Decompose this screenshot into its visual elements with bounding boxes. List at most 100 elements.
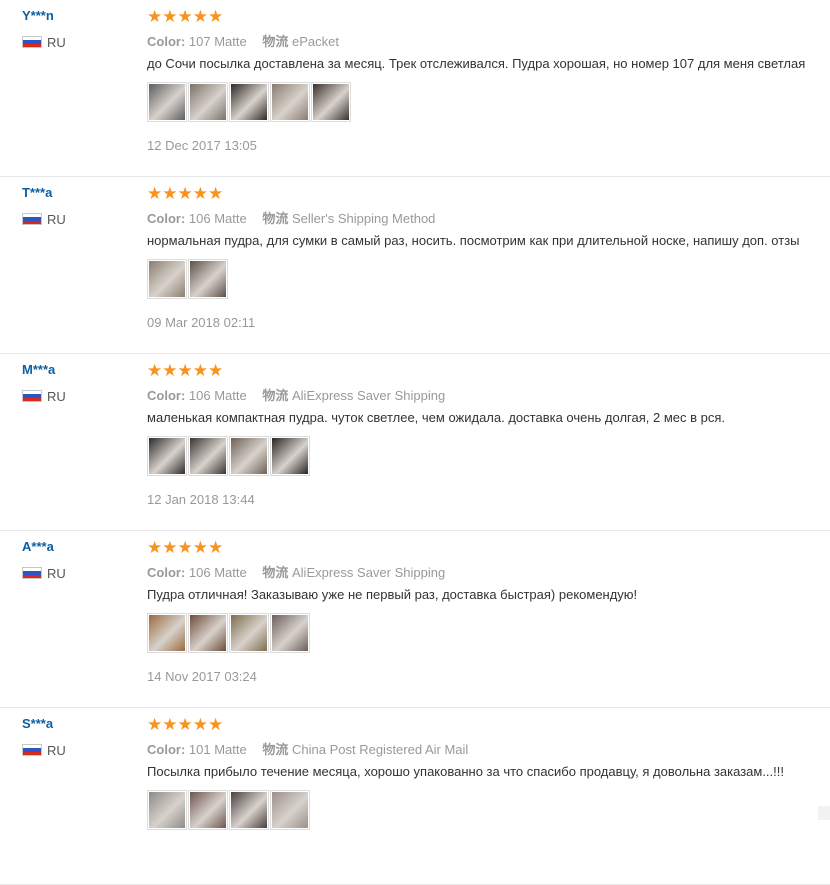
order-info: Color: 106 Matte 物流 AliExpress Saver Shi… — [147, 385, 445, 404]
russia-flag-icon — [22, 744, 42, 756]
review-text: до Сочи посылка доставлена за месяц. Тре… — [147, 56, 806, 71]
review-item: A***a RU ★★★★★ Color: 106 Matte 物流 AliEx… — [0, 531, 830, 708]
shipping-label: 物流 — [262, 34, 289, 49]
order-info: Color: 106 Matte 物流 AliExpress Saver Shi… — [147, 562, 445, 581]
star-rating: ★★★★★ — [147, 184, 224, 203]
review-item: M***a RU ★★★★★ Color: 106 Matte 物流 AliEx… — [0, 354, 830, 531]
shipping-value: China Post Registered Air Mail — [292, 742, 469, 757]
review-photo-thumbnail[interactable] — [270, 790, 310, 830]
photo-image — [149, 261, 185, 297]
reviewer-name[interactable]: A***a — [22, 539, 54, 554]
review-photo-thumbnail[interactable] — [229, 613, 269, 653]
review-text: маленькая компактная пудра. чуток светле… — [147, 410, 726, 425]
color-value: 101 Matte — [188, 742, 247, 757]
reviewer-country: RU — [22, 211, 66, 227]
review-photo-thumbnail[interactable] — [147, 436, 187, 476]
color-value: 106 Matte — [188, 211, 247, 226]
review-photos — [147, 436, 311, 476]
reviewer-name[interactable]: S***a — [22, 716, 53, 731]
reviewer-country: RU — [22, 565, 66, 581]
photo-image — [149, 792, 185, 828]
reviewer-country: RU — [22, 388, 66, 404]
star-rating: ★★★★★ — [147, 538, 224, 557]
review-date: 14 Nov 2017 03:24 — [147, 669, 257, 684]
country-code: RU — [47, 34, 66, 50]
photo-image — [272, 615, 308, 651]
country-code: RU — [47, 565, 66, 581]
review-text: Посылка прибыло течение месяца, хорошо у… — [147, 764, 784, 779]
photo-image — [272, 792, 308, 828]
review-text: Пудра отличная! Заказываю уже не первый … — [147, 587, 638, 602]
review-photos — [147, 790, 311, 830]
shipping-label: 物流 — [262, 211, 289, 226]
order-info: Color: 101 Matte 物流 China Post Registere… — [147, 739, 468, 758]
country-code: RU — [47, 388, 66, 404]
reviewer-country: RU — [22, 742, 66, 758]
photo-image — [190, 438, 226, 474]
reviewer-name[interactable]: M***a — [22, 362, 55, 377]
reviewer-name[interactable]: Y***n — [22, 8, 54, 23]
shipping-value: AliExpress Saver Shipping — [292, 388, 446, 403]
color-value: 107 Matte — [188, 34, 247, 49]
reviewer-name[interactable]: T***a — [22, 185, 52, 200]
photo-image — [190, 261, 226, 297]
review-photo-thumbnail[interactable] — [147, 613, 187, 653]
review-photo-thumbnail[interactable] — [270, 613, 310, 653]
shipping-label: 物流 — [262, 565, 289, 580]
country-code: RU — [47, 211, 66, 227]
order-info: Color: 106 Matte 物流 Seller's Shipping Me… — [147, 208, 435, 227]
russia-flag-icon — [22, 390, 42, 402]
review-photo-thumbnail[interactable] — [147, 82, 187, 122]
color-label: Color: — [147, 388, 186, 403]
photo-image — [231, 792, 267, 828]
shipping-label: 物流 — [262, 388, 289, 403]
shipping-value: ePacket — [292, 34, 339, 49]
russia-flag-icon — [22, 36, 42, 48]
review-photos — [147, 82, 352, 122]
review-photo-thumbnail[interactable] — [147, 259, 187, 299]
review-photo-thumbnail[interactable] — [188, 82, 228, 122]
review-photo-thumbnail[interactable] — [311, 82, 351, 122]
review-photo-thumbnail[interactable] — [270, 436, 310, 476]
country-code: RU — [47, 742, 66, 758]
photo-image — [190, 615, 226, 651]
review-photo-thumbnail[interactable] — [188, 613, 228, 653]
review-photo-thumbnail[interactable] — [229, 436, 269, 476]
review-photo-thumbnail[interactable] — [147, 790, 187, 830]
review-photos — [147, 259, 229, 299]
star-rating: ★★★★★ — [147, 361, 224, 380]
review-photo-thumbnail[interactable] — [229, 82, 269, 122]
photo-image — [149, 84, 185, 120]
review-photo-thumbnail[interactable] — [188, 790, 228, 830]
shipping-label: 物流 — [262, 742, 289, 757]
shipping-value: AliExpress Saver Shipping — [292, 565, 446, 580]
review-item: T***a RU ★★★★★ Color: 106 Matte 物流 Selle… — [0, 177, 830, 354]
review-photo-thumbnail[interactable] — [188, 259, 228, 299]
review-item: S***a RU ★★★★★ Color: 101 Matte 物流 China… — [0, 708, 830, 885]
review-photos — [147, 613, 311, 653]
review-item: Y***n RU ★★★★★ Color: 107 Matte 物流 ePack… — [0, 0, 830, 177]
color-value: 106 Matte — [188, 565, 247, 580]
photo-image — [272, 84, 308, 120]
color-label: Color: — [147, 211, 186, 226]
review-photo-thumbnail[interactable] — [229, 790, 269, 830]
scroll-corner — [818, 806, 830, 820]
photo-image — [313, 84, 349, 120]
review-date: 09 Mar 2018 02:11 — [147, 315, 256, 330]
star-rating: ★★★★★ — [147, 715, 224, 734]
photo-image — [231, 615, 267, 651]
reviewer-country: RU — [22, 34, 66, 50]
order-info: Color: 107 Matte 物流 ePacket — [147, 31, 339, 50]
photo-image — [231, 84, 267, 120]
photo-image — [272, 438, 308, 474]
review-photo-thumbnail[interactable] — [270, 82, 310, 122]
review-date: 12 Jan 2018 13:44 — [147, 492, 255, 507]
russia-flag-icon — [22, 567, 42, 579]
shipping-value: Seller's Shipping Method — [292, 211, 436, 226]
review-photo-thumbnail[interactable] — [188, 436, 228, 476]
russia-flag-icon — [22, 213, 42, 225]
star-rating: ★★★★★ — [147, 7, 224, 26]
photo-image — [149, 615, 185, 651]
photo-image — [190, 792, 226, 828]
color-label: Color: — [147, 565, 186, 580]
